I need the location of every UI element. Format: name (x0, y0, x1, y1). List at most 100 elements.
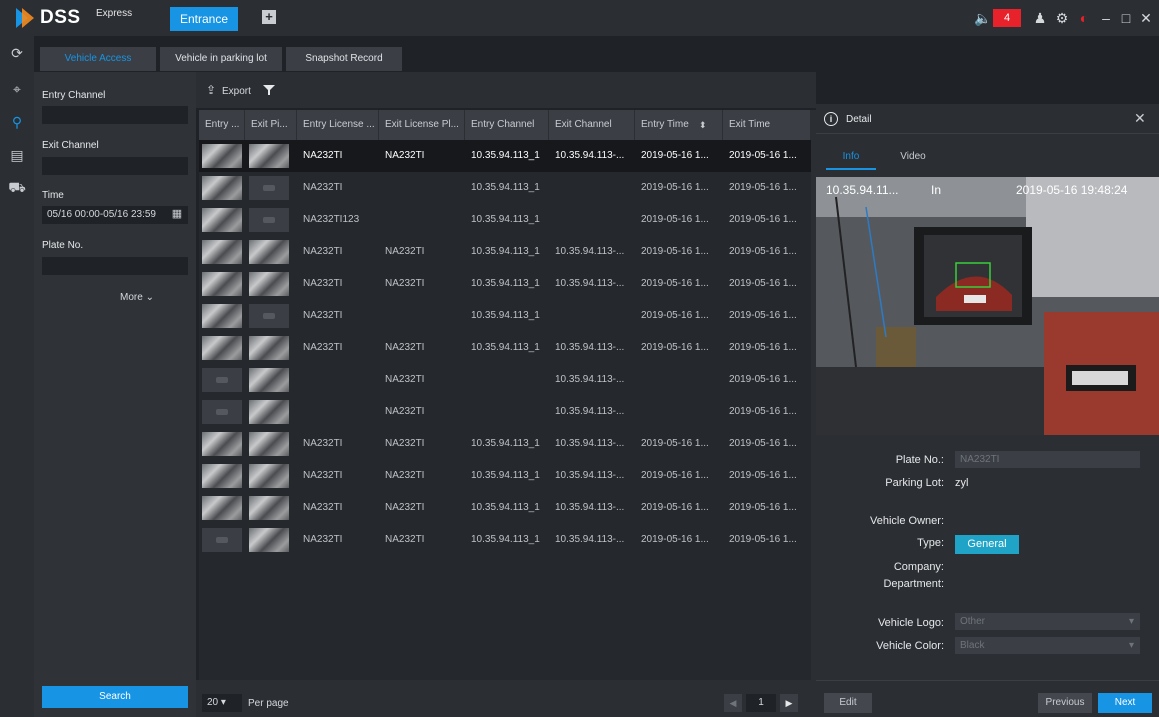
table-row[interactable]: NA232TI 10.35.94.113-... 2019-05-16 1... (199, 396, 811, 428)
cell-exit-plate: NA232TI (385, 374, 425, 385)
calendar-icon[interactable]: ▦ (170, 207, 184, 221)
column-header[interactable]: Exit License Pl... (379, 110, 465, 140)
search-record-icon[interactable]: ⚲ (8, 113, 26, 131)
table-row[interactable]: NA232TI NA232TI 10.35.94.113_1 10.35.94.113… (199, 268, 811, 300)
car-icon[interactable]: ⛟ (8, 178, 26, 196)
entry-picture-thumbnail[interactable] (202, 240, 242, 264)
close-icon[interactable]: ✕ (1138, 10, 1154, 26)
column-header[interactable]: Entry License ... (297, 110, 379, 140)
plate-no-detail-field[interactable]: NA232TI (955, 451, 1140, 468)
add-tab-button[interactable]: + (262, 10, 276, 24)
more-filters-toggle[interactable]: More ⌄ (120, 292, 154, 303)
entry-picture-thumbnail[interactable] (202, 464, 242, 488)
entry-picture-thumbnail[interactable] (202, 432, 242, 456)
table-row[interactable]: NA232TI 10.35.94.113_1 2019-05-16 1... 2019… (199, 300, 811, 332)
entry-picture-thumbnail[interactable] (202, 336, 242, 360)
time-range-field[interactable]: 05/16 00:00-05/16 23:59 (42, 206, 188, 224)
entry-picture-thumbnail[interactable] (202, 496, 242, 520)
cell-exit-channel: 10.35.94.113-... (555, 534, 625, 545)
exit-picture-thumbnail[interactable] (249, 176, 289, 200)
table-row[interactable]: NA232TI 10.35.94.113-... 2019-05-16 1... (199, 364, 811, 396)
exit-picture-thumbnail[interactable] (249, 400, 289, 424)
exit-picture-thumbnail[interactable] (249, 464, 289, 488)
cell-entry-plate: NA232TI (303, 534, 343, 545)
entry-channel-field[interactable] (42, 106, 188, 124)
vehicle-logo-value: Other (960, 616, 986, 627)
filter-icon[interactable] (263, 84, 275, 96)
vehicle-capture-icon[interactable]: ⌖ (8, 80, 26, 98)
vehicle-logo-select[interactable]: Other ▾ (955, 613, 1140, 630)
vehicle-snapshot-image: 10.35.94.11... In 2019-05-16 19:48:24 (816, 177, 1159, 435)
table-row[interactable]: NA232TI NA232TI 10.35.94.113_1 10.35.94.113… (199, 428, 811, 460)
search-button[interactable]: Search (42, 686, 188, 708)
tab-snapshot-record[interactable]: Snapshot Record (286, 47, 402, 71)
sort-icon[interactable]: ⬍ (699, 110, 707, 140)
maximize-icon[interactable]: □ (1118, 10, 1134, 26)
plate-no-field[interactable] (42, 257, 188, 275)
cell-exit-time: 2019-05-16 1... (729, 406, 797, 417)
speed-icon[interactable]: ◐ (1076, 10, 1092, 26)
edit-button[interactable]: Edit (824, 693, 872, 713)
entry-picture-thumbnail[interactable] (202, 528, 242, 552)
entry-picture-thumbnail[interactable] (202, 208, 242, 232)
next-button[interactable]: Next (1098, 693, 1152, 713)
export-icon[interactable]: ⇪ (206, 83, 216, 97)
table-row[interactable]: NA232TI123 10.35.94.113_1 2019-05-16 1... 2… (199, 204, 811, 236)
column-header[interactable]: Entry Time (635, 110, 723, 140)
exit-channel-field[interactable] (42, 157, 188, 175)
page-number-field[interactable]: 1 (746, 694, 776, 712)
previous-button[interactable]: Previous (1038, 693, 1092, 713)
table-row[interactable]: NA232TI NA232TI 10.35.94.113_1 10.35.94.113… (199, 332, 811, 364)
table-row[interactable]: NA232TI NA232TI 10.35.94.113_1 10.35.94.113… (199, 140, 811, 172)
column-header[interactable]: Entry ... (199, 110, 245, 140)
cell-entry-channel: 10.35.94.113_1 (471, 502, 540, 513)
vehicle-color-select[interactable]: Black ▾ (955, 637, 1140, 654)
entry-picture-thumbnail[interactable] (202, 304, 242, 328)
exit-picture-thumbnail[interactable] (249, 432, 289, 456)
alarm-count-badge[interactable]: 4 (993, 9, 1021, 27)
entry-picture-thumbnail[interactable] (202, 176, 242, 200)
tab-vehicle-in-parking-lot[interactable]: Vehicle in parking lot (160, 47, 282, 71)
brand-name: DSS (40, 7, 81, 28)
module-tab-entrance[interactable]: Entrance (170, 7, 238, 31)
exit-picture-thumbnail[interactable] (249, 208, 289, 232)
refresh-icon[interactable]: ⟳ (8, 44, 26, 62)
exit-picture-thumbnail[interactable] (249, 240, 289, 264)
exit-picture-thumbnail[interactable] (249, 528, 289, 552)
detail-tab-video[interactable]: Video (888, 146, 938, 170)
cell-entry-channel: 10.35.94.113_1 (471, 470, 540, 481)
entry-picture-thumbnail[interactable] (202, 144, 242, 168)
exit-picture-thumbnail[interactable] (249, 144, 289, 168)
cell-entry-time: 2019-05-16 1... (641, 502, 709, 513)
minimize-icon[interactable]: – (1098, 10, 1114, 26)
exit-picture-thumbnail[interactable] (249, 272, 289, 296)
table-row[interactable]: NA232TI NA232TI 10.35.94.113_1 10.35.94.113… (199, 236, 811, 268)
prev-page-button[interactable]: ◀ (724, 694, 742, 712)
column-header[interactable]: Entry Channel (465, 110, 549, 140)
next-page-button[interactable]: ▶ (780, 694, 798, 712)
exit-picture-thumbnail[interactable] (249, 336, 289, 360)
column-header[interactable]: Exit Time (723, 110, 811, 140)
close-detail-icon[interactable]: ✕ (1134, 110, 1146, 127)
table-row[interactable]: NA232TI NA232TI 10.35.94.113_1 10.35.94.113… (199, 524, 811, 556)
export-button[interactable]: Export (222, 86, 251, 97)
entry-picture-thumbnail[interactable] (202, 400, 242, 424)
entry-picture-thumbnail[interactable] (202, 272, 242, 296)
settings-icon[interactable]: ⚙ (1054, 10, 1070, 26)
per-page-select[interactable]: 20 ▾ (202, 694, 242, 712)
exit-picture-thumbnail[interactable] (249, 496, 289, 520)
volume-icon[interactable]: 🔈 (974, 10, 991, 26)
table-row[interactable]: NA232TI 10.35.94.113_1 2019-05-16 1... 2019… (199, 172, 811, 204)
parking-icon[interactable]: ▤ (8, 146, 26, 164)
table-row[interactable]: NA232TI NA232TI 10.35.94.113_1 10.35.94.113… (199, 492, 811, 524)
tab-vehicle-access[interactable]: Vehicle Access (40, 47, 156, 71)
detail-tab-info[interactable]: Info (826, 146, 876, 170)
column-header[interactable]: Exit Pi... (245, 110, 297, 140)
exit-picture-thumbnail[interactable] (249, 368, 289, 392)
entry-picture-thumbnail[interactable] (202, 368, 242, 392)
cell-exit-time: 2019-05-16 1... (729, 438, 797, 449)
exit-picture-thumbnail[interactable] (249, 304, 289, 328)
table-row[interactable]: NA232TI NA232TI 10.35.94.113_1 10.35.94.113… (199, 460, 811, 492)
user-icon[interactable]: ♟ (1032, 10, 1048, 26)
column-header[interactable]: Exit Channel (549, 110, 635, 140)
